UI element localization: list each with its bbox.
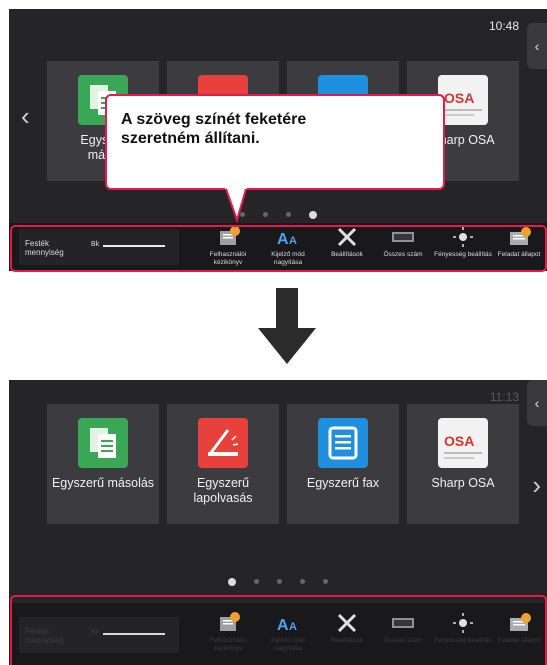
svg-text:OSA: OSA — [444, 90, 474, 106]
app-label: Egyszerű másolás — [51, 476, 155, 490]
prev-page-arrow[interactable]: ‹ — [21, 101, 30, 132]
page-dot[interactable] — [262, 212, 268, 218]
side-panel-tab[interactable]: ‹ — [527, 380, 547, 426]
osa-icon: OSA — [438, 75, 488, 125]
page-indicator — [9, 573, 547, 591]
osa-icon: OSA — [438, 418, 488, 468]
fax-icon — [318, 418, 368, 468]
app-tile-simple-scan[interactable]: Egyszerű lapolvasás — [167, 404, 279, 524]
app-label: Egyszerű fax — [306, 476, 380, 490]
callout-line-1: A szöveg színét feketére — [121, 111, 307, 128]
page-dot[interactable] — [285, 212, 291, 218]
highlight-frame — [10, 595, 547, 665]
svg-text:OSA: OSA — [444, 433, 474, 449]
callout-tail — [225, 188, 247, 224]
clock: 10:48 — [488, 19, 519, 33]
scan-icon — [198, 418, 248, 468]
app-label: Sharp OSA — [431, 476, 495, 490]
callout-bubble: A szöveg színét feketére szeretném állít… — [105, 94, 445, 190]
highlight-frame — [10, 225, 547, 272]
page-dot-active[interactable] — [308, 210, 317, 219]
side-panel-tab[interactable]: ‹ — [527, 23, 547, 69]
page-dot[interactable] — [254, 579, 259, 585]
page-dot[interactable] — [300, 579, 305, 585]
page-indicator — [9, 206, 547, 224]
callout-line-2: szeretném állítani. — [121, 130, 260, 147]
page-dot-active[interactable] — [228, 577, 236, 586]
page-dot[interactable] — [277, 579, 282, 585]
app-tile-simple-fax[interactable]: Egyszerű fax — [287, 404, 399, 524]
page-dot[interactable] — [323, 579, 328, 585]
clock: 11:13 — [489, 390, 519, 404]
copy-icon — [78, 418, 128, 468]
app-label: Egyszerű lapolvasás — [193, 476, 253, 505]
next-page-arrow[interactable]: › — [532, 470, 541, 501]
app-tile-simple-copy[interactable]: Egyszerű másolás — [47, 404, 159, 524]
down-arrow — [258, 288, 316, 364]
app-tile-sharp-osa[interactable]: OSA Sharp OSA — [407, 404, 519, 524]
